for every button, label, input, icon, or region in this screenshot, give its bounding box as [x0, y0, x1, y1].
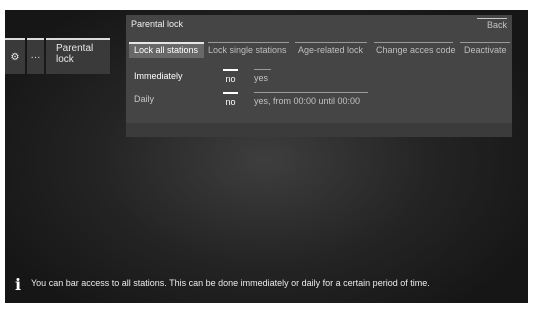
parental-lock-tab[interactable]: Parental lock	[46, 38, 110, 74]
tv-screen: ⚙ ··· Parental lock Parental lock Back L…	[5, 10, 528, 303]
nav-age-related-lock[interactable]: Age-related lock	[295, 42, 367, 58]
daily-no-option[interactable]: no	[223, 92, 238, 107]
nav-deactivate[interactable]: Deactivate	[460, 42, 510, 58]
panel-footer-bar	[126, 123, 512, 137]
immediately-yes-option[interactable]: yes	[254, 69, 271, 83]
nav-lock-single-stations[interactable]: Lock single stations	[208, 42, 289, 58]
immediately-label: Immediately	[134, 71, 183, 81]
immediately-no-option[interactable]: no	[223, 69, 238, 84]
daily-label: Daily	[134, 94, 155, 104]
menu-tabs: ⚙ ··· Parental lock	[5, 38, 110, 74]
settings-tab[interactable]: ⚙	[5, 38, 25, 74]
info-icon: i	[15, 275, 22, 294]
gear-icon: ⚙	[10, 51, 20, 63]
more-tab[interactable]: ···	[27, 38, 44, 74]
ellipsis-icon: ···	[30, 51, 41, 63]
panel-title: Parental lock	[131, 19, 184, 29]
info-text: You can bar access to all stations. This…	[31, 278, 430, 288]
nav-change-access-code[interactable]: Change acces code	[374, 42, 456, 58]
back-button[interactable]: Back	[477, 18, 507, 31]
parental-lock-tab-label: Parental lock	[56, 43, 94, 65]
daily-yes-option[interactable]: yes, from 00:00 until 00:00	[254, 92, 368, 106]
nav-lock-all-stations[interactable]: Lock all stations	[129, 42, 204, 58]
parental-lock-panel: Parental lock Back Lock all stations Loc…	[126, 15, 512, 137]
